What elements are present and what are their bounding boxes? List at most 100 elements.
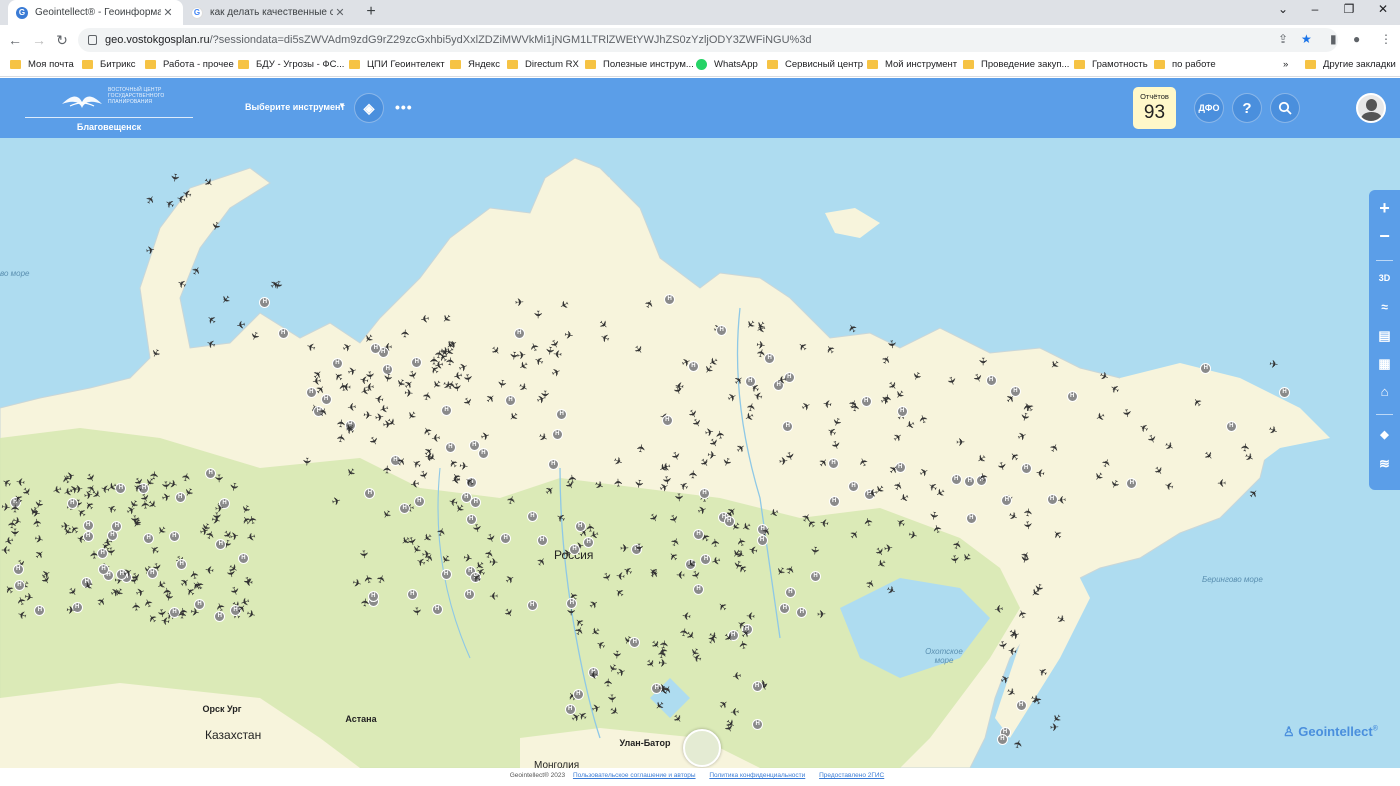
airplane-marker-icon[interactable]: ✈ <box>948 554 961 565</box>
airplane-marker-icon[interactable]: ✈ <box>731 668 742 681</box>
airplane-marker-icon[interactable]: ✈ <box>678 627 692 639</box>
bookmark-item[interactable]: БДУ - Угрозы - ФС... <box>238 59 344 70</box>
airplane-marker-icon[interactable]: ✈ <box>588 668 598 681</box>
menu-kebab-icon[interactable]: ⋮ <box>1380 32 1392 46</box>
heliport-marker-icon[interactable]: H <box>367 590 379 602</box>
airplane-marker-icon[interactable]: ✈ <box>347 400 357 413</box>
heliport-marker-icon[interactable]: H <box>277 327 289 339</box>
heliport-marker-icon[interactable]: H <box>985 374 997 386</box>
heliport-marker-icon[interactable]: H <box>1126 477 1138 489</box>
airplane-marker-icon[interactable]: ✈ <box>65 605 75 618</box>
airplane-marker-icon[interactable]: ✈ <box>927 510 941 521</box>
airplane-marker-icon[interactable]: ✈ <box>300 456 313 466</box>
heliport-marker-icon[interactable]: H <box>564 704 576 716</box>
airplane-marker-icon[interactable]: ✈ <box>1240 442 1253 452</box>
airplane-marker-icon[interactable]: ✈ <box>672 493 684 503</box>
airplane-marker-icon[interactable]: ✈ <box>1007 643 1018 657</box>
airplane-marker-icon[interactable]: ✈ <box>60 520 70 533</box>
airplane-marker-icon[interactable]: ✈ <box>374 412 385 425</box>
bookmarks-overflow-button[interactable]: » <box>1283 59 1288 70</box>
heliport-marker-icon[interactable]: H <box>168 530 180 542</box>
heliport-marker-icon[interactable]: H <box>463 589 475 601</box>
layers-button[interactable]: ◈ <box>354 93 384 123</box>
airplane-marker-icon[interactable]: ✈ <box>244 575 254 588</box>
airplane-marker-icon[interactable]: ✈ <box>817 609 827 621</box>
share-icon[interactable]: ⇪ <box>1278 32 1288 46</box>
eraser-icon[interactable]: ◆ <box>1369 428 1400 441</box>
airplane-marker-icon[interactable]: ✈ <box>883 542 894 555</box>
airplane-marker-icon[interactable]: ✈ <box>620 543 630 555</box>
city-selector[interactable]: Благовещенск <box>25 122 193 132</box>
reload-icon[interactable]: ↻ <box>53 32 71 48</box>
chevron-down-icon[interactable]: ▼ <box>338 101 346 110</box>
map-canvas[interactable]: во море Россия Казахстан Астана Улан-Бат… <box>0 138 1400 768</box>
heliport-marker-icon[interactable]: H <box>477 447 489 459</box>
heliport-marker-icon[interactable]: H <box>699 487 711 499</box>
close-window-button[interactable]: ✕ <box>1368 2 1398 16</box>
airplane-marker-icon[interactable]: ✈ <box>531 309 543 318</box>
heliport-marker-icon[interactable]: H <box>536 534 548 546</box>
airplane-marker-icon[interactable]: ✈ <box>32 517 45 528</box>
heliport-marker-icon[interactable]: H <box>751 680 763 692</box>
heliport-marker-icon[interactable]: H <box>551 429 563 441</box>
heliport-marker-icon[interactable]: H <box>320 393 332 405</box>
terms-link[interactable]: Пользовательское соглашение и авторы <box>573 772 696 779</box>
minimap-globe[interactable] <box>683 729 721 767</box>
airplane-marker-icon[interactable]: ✈ <box>745 608 755 621</box>
bookmark-star-icon[interactable]: ★ <box>1301 32 1312 46</box>
airplane-marker-icon[interactable]: ✈ <box>410 607 423 617</box>
heliport-marker-icon[interactable]: H <box>965 512 977 524</box>
heliport-marker-icon[interactable]: H <box>97 564 109 576</box>
heliport-marker-icon[interactable]: H <box>465 513 477 525</box>
airplane-marker-icon[interactable]: ✈ <box>994 602 1004 615</box>
airplane-marker-icon[interactable]: ✈ <box>881 393 894 403</box>
airplane-marker-icon[interactable]: ✈ <box>1057 492 1067 505</box>
airplane-marker-icon[interactable]: ✈ <box>1 543 10 555</box>
dfo-button[interactable]: ДФО <box>1194 93 1224 123</box>
terrain-icon[interactable]: ⌂ <box>1369 384 1400 399</box>
heliport-marker-icon[interactable]: H <box>828 495 840 507</box>
airplane-marker-icon[interactable]: ✈ <box>1217 476 1227 488</box>
airplane-marker-icon[interactable]: ✈ <box>363 409 373 422</box>
airplane-marker-icon[interactable]: ✈ <box>543 345 556 356</box>
airplane-marker-icon[interactable]: ✈ <box>514 296 524 309</box>
airplane-marker-icon[interactable]: ✈ <box>610 649 623 659</box>
airplane-marker-icon[interactable]: ✈ <box>681 608 692 621</box>
airplane-marker-icon[interactable]: ✈ <box>603 677 615 687</box>
minimize-button[interactable]: – <box>1300 2 1330 16</box>
heliport-marker-icon[interactable]: H <box>440 569 452 581</box>
airplane-marker-icon[interactable]: ✈ <box>566 473 579 483</box>
heliport-marker-icon[interactable]: H <box>568 543 580 555</box>
heliport-marker-icon[interactable]: H <box>194 598 206 610</box>
heliport-marker-icon[interactable]: H <box>444 441 456 453</box>
airplane-marker-icon[interactable]: ✈ <box>867 485 878 499</box>
layers-icon[interactable]: ≋ <box>1369 456 1400 472</box>
airplane-marker-icon[interactable]: ✈ <box>976 357 988 366</box>
heliport-marker-icon[interactable]: H <box>744 375 756 387</box>
bookmark-item[interactable]: Сервисный центр <box>767 59 863 70</box>
bookmark-item[interactable]: Мой инструмент <box>867 59 957 70</box>
airplane-marker-icon[interactable]: ✈ <box>506 350 519 361</box>
airplane-marker-icon[interactable]: ✈ <box>400 329 413 339</box>
heliport-marker-icon[interactable]: H <box>1046 493 1058 505</box>
airplane-marker-icon[interactable]: ✈ <box>74 484 84 497</box>
airplane-marker-icon[interactable]: ✈ <box>16 474 26 487</box>
traffic-light-icon[interactable]: ▤ <box>1369 328 1400 344</box>
tab-search-button[interactable]: ⌄ <box>1268 2 1298 16</box>
heliport-marker-icon[interactable]: H <box>661 414 673 426</box>
airplane-marker-icon[interactable]: ✈ <box>779 456 789 469</box>
airplane-marker-icon[interactable]: ✈ <box>409 476 420 489</box>
heliport-marker-icon[interactable]: H <box>97 547 109 559</box>
profile-icon[interactable]: ● <box>1353 32 1360 46</box>
heliport-marker-icon[interactable]: H <box>896 405 908 417</box>
airplane-marker-icon[interactable]: ✈ <box>330 495 342 509</box>
heliport-marker-icon[interactable]: H <box>547 459 559 471</box>
heliport-marker-icon[interactable]: H <box>526 599 538 611</box>
bookmark-item[interactable]: Моя почта <box>10 59 74 70</box>
heliport-marker-icon[interactable]: H <box>1020 463 1032 475</box>
heliport-marker-icon[interactable]: H <box>66 497 78 509</box>
bookmark-item[interactable]: Грамотность <box>1074 59 1148 70</box>
bookmark-item[interactable]: WhatsApp <box>696 59 758 70</box>
airplane-marker-icon[interactable]: ✈ <box>658 683 667 695</box>
zoom-in-button[interactable]: + <box>1369 198 1400 219</box>
